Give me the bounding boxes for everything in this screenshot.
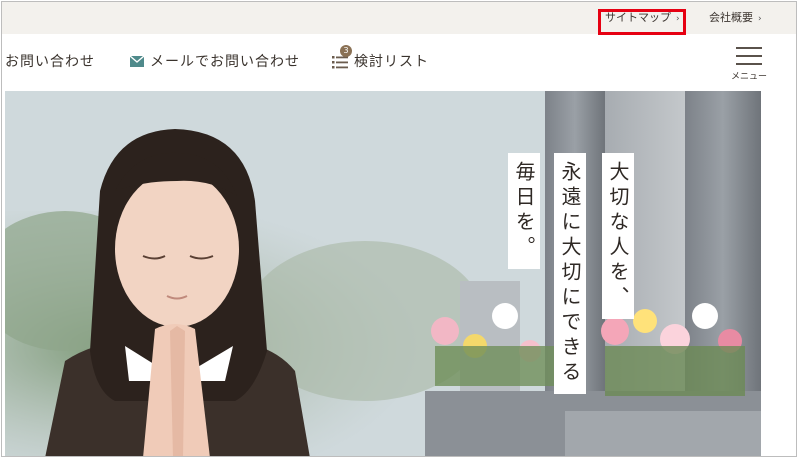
highlight-box — [598, 9, 686, 35]
hamburger-icon — [736, 63, 762, 65]
contact-mail-label: メールでお問い合わせ — [150, 54, 300, 70]
hero-tagline-1: 大切な人を、 — [602, 153, 634, 319]
hero-tagline-2: 永遠に大切にできる — [554, 153, 586, 394]
contact-mail-link[interactable]: メールでお問い合わせ — [130, 34, 300, 90]
hero-photo — [5, 91, 761, 456]
list-count-badge: 3 — [340, 45, 352, 57]
chevron-right-icon: › — [758, 14, 762, 24]
menu-button[interactable]: メニュー — [724, 46, 774, 86]
hero-image: 大切な人を、 永遠に大切にできる 毎日を。 — [5, 91, 761, 456]
hamburger-icon — [736, 47, 762, 49]
menu-label: メニュー — [730, 72, 767, 82]
contact-phone-label: お問い合わせ — [5, 54, 95, 70]
main-nav: お問い合わせ メールでお問い合わせ 3 検討リスト — [2, 34, 796, 90]
company-link[interactable]: 会社概要 › — [709, 2, 762, 34]
consider-list-link[interactable]: 3 検討リスト — [332, 34, 429, 90]
hamburger-icon — [736, 55, 762, 57]
contact-phone-link[interactable]: お問い合わせ — [5, 34, 95, 90]
hero-tagline-3: 毎日を。 — [508, 153, 540, 269]
consider-list-label: 検討リスト — [354, 54, 429, 70]
mail-icon — [130, 56, 144, 67]
browser-viewport: サイトマップ › 会社概要 › お問い合わせ メールでお問い合わせ 3 検討リス… — [1, 1, 797, 457]
company-label: 会社概要 — [709, 11, 753, 24]
